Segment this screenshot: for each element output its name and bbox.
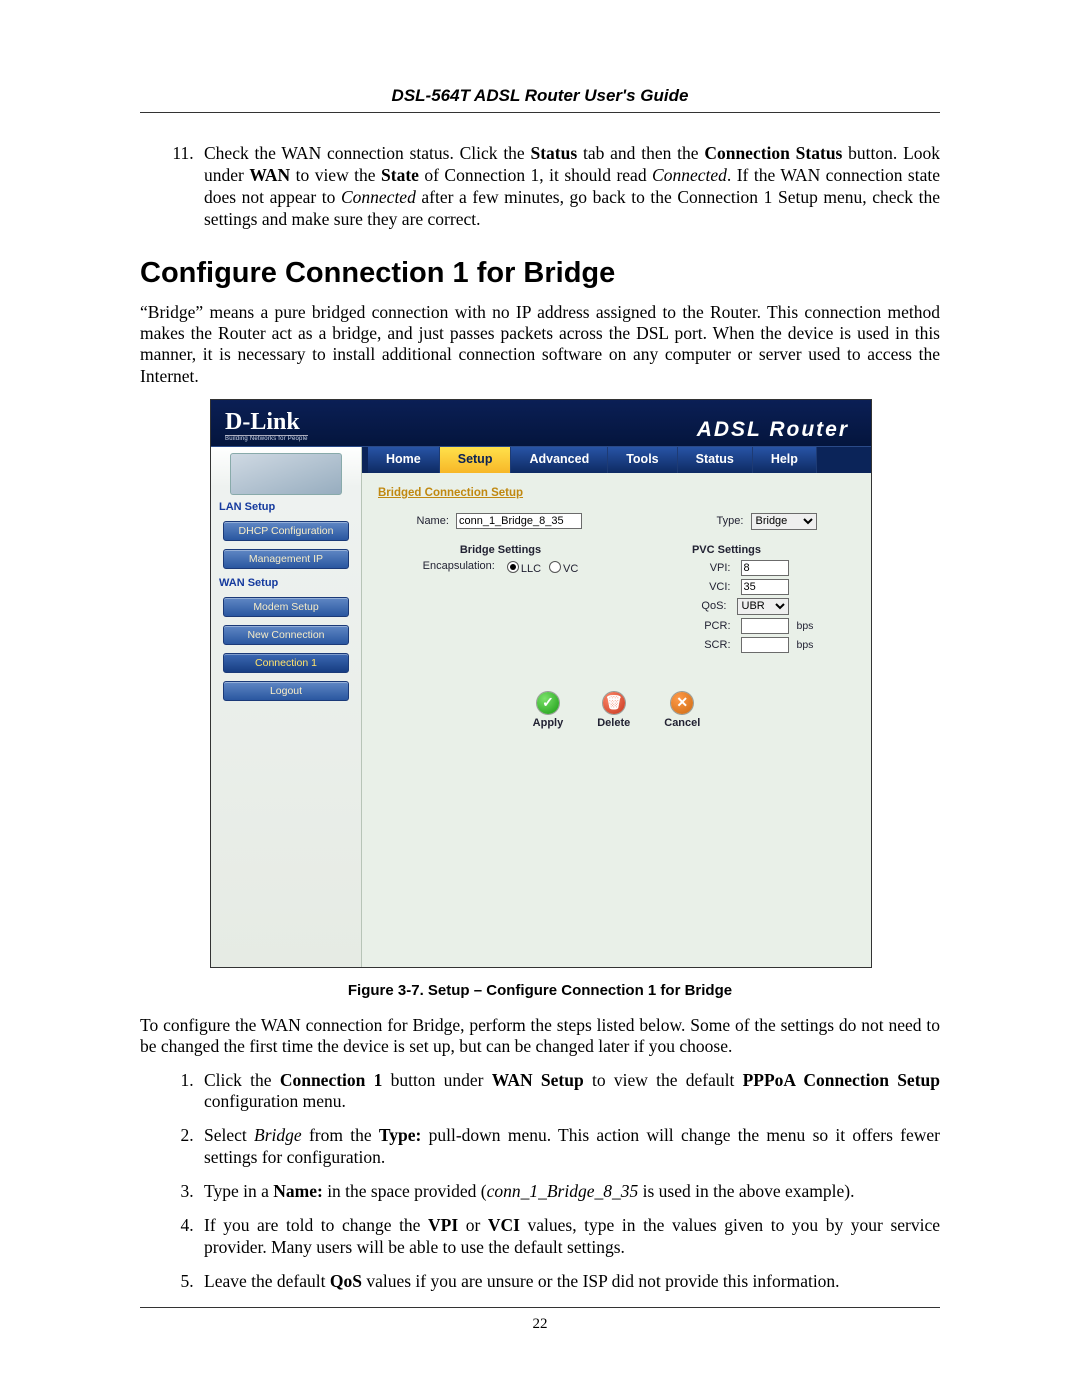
step-item: Type in a Name: in the space provided (c…	[198, 1181, 940, 1203]
encapsulation-label: Encapsulation:	[423, 560, 495, 575]
name-type-row: Name: Type: Bridge	[417, 513, 817, 530]
router-figure: D-Link Building Networks for People ADSL…	[210, 399, 870, 968]
step-item: If you are told to change the VPI or VCI…	[198, 1215, 940, 1259]
router-sidebar: LAN Setup DHCP Configuration Management I…	[211, 447, 362, 967]
router-window: D-Link Building Networks for People ADSL…	[210, 399, 872, 968]
sidebar-item-management-ip[interactable]: Management IP	[223, 549, 349, 569]
device-icon	[230, 453, 342, 495]
step-11: Check the WAN connection status. Click t…	[198, 143, 940, 231]
check-icon: ✓	[537, 692, 559, 714]
router-main: HomeSetupAdvancedToolsStatusHelp Bridged…	[362, 447, 871, 967]
delete-button[interactable]: 🗑 Delete	[597, 692, 630, 729]
tab-home[interactable]: Home	[368, 447, 440, 473]
brand-block: D-Link Building Networks for People	[225, 410, 308, 442]
tab-tools[interactable]: Tools	[608, 447, 677, 473]
vci-input[interactable]	[741, 579, 789, 595]
footer-rule	[140, 1307, 940, 1308]
qos-label: QoS:	[637, 600, 727, 612]
pcr-input[interactable]	[741, 618, 789, 634]
header-rule	[140, 112, 940, 113]
brand-logo: D-Link	[225, 410, 308, 436]
pcr-label: PCR:	[641, 620, 731, 632]
step-item: Leave the default QoS values if you are …	[198, 1271, 940, 1293]
lan-setup-label: LAN Setup	[219, 501, 361, 513]
qos-select[interactable]: UBR	[737, 598, 789, 615]
radio-on-icon	[507, 561, 519, 573]
enc-llc-radio[interactable]: LLC	[507, 560, 541, 575]
pcr-unit: bps	[797, 620, 817, 632]
panel-title: Bridged Connection Setup	[378, 487, 855, 499]
cancel-button[interactable]: ✕ Cancel	[664, 692, 700, 729]
tab-status[interactable]: Status	[678, 447, 753, 473]
after-figure-paragraph: To configure the WAN connection for Brid…	[140, 1015, 940, 1058]
pvc-settings-heading: PVC Settings	[637, 544, 817, 556]
figure-caption: Figure 3-7. Setup – Configure Connection…	[140, 982, 940, 999]
step-item: Select Bridge from the Type: pull-down m…	[198, 1125, 940, 1169]
radio-off-icon	[549, 561, 561, 573]
router-header: D-Link Building Networks for People ADSL…	[211, 400, 871, 447]
scr-input[interactable]	[741, 637, 789, 653]
sidebar-item-logout[interactable]: Logout	[223, 681, 349, 701]
apply-label: Apply	[533, 717, 564, 729]
sidebar-item-dhcp-configuration[interactable]: DHCP Configuration	[223, 521, 349, 541]
product-name: ADSL Router	[697, 418, 849, 442]
page-number: 22	[140, 1316, 940, 1333]
apply-button[interactable]: ✓ Apply	[533, 692, 564, 729]
tabs-row: HomeSetupAdvancedToolsStatusHelp	[362, 447, 871, 473]
sidebar-item-connection-1[interactable]: Connection 1	[223, 653, 349, 673]
trash-icon: 🗑	[603, 692, 625, 714]
scr-unit: bps	[797, 639, 817, 651]
cancel-label: Cancel	[664, 717, 700, 729]
action-bar: ✓ Apply 🗑 Delete ✕ Cancel	[378, 692, 855, 729]
step-item: Click the Connection 1 button under WAN …	[198, 1070, 940, 1114]
tab-help[interactable]: Help	[753, 447, 817, 473]
cancel-icon: ✕	[671, 692, 693, 714]
scr-label: SCR:	[641, 639, 731, 651]
wan-setup-label: WAN Setup	[219, 577, 361, 589]
bridge-settings-heading: Bridge Settings	[417, 544, 585, 556]
vci-label: VCI:	[641, 581, 731, 593]
tab-setup[interactable]: Setup	[440, 447, 512, 473]
sidebar-item-modem-setup[interactable]: Modem Setup	[223, 597, 349, 617]
enc-vc-radio[interactable]: VC	[549, 560, 578, 575]
brand-tagline: Building Networks for People	[225, 436, 308, 442]
vpi-input[interactable]	[741, 560, 789, 576]
section-heading: Configure Connection 1 for Bridge	[140, 257, 940, 290]
type-select[interactable]: Bridge	[751, 513, 817, 530]
step-11-list: Check the WAN connection status. Click t…	[140, 143, 940, 231]
name-input[interactable]	[456, 513, 582, 529]
steps-list: Click the Connection 1 button under WAN …	[140, 1070, 940, 1293]
name-label: Name:	[417, 515, 449, 527]
intro-paragraph: “Bridge” means a pure bridged connection…	[140, 302, 940, 387]
type-label: Type:	[717, 515, 744, 527]
vpi-label: VPI:	[641, 562, 731, 574]
tab-advanced[interactable]: Advanced	[511, 447, 608, 473]
doc-header: DSL-564T ADSL Router User's Guide	[140, 86, 940, 106]
delete-label: Delete	[597, 717, 630, 729]
sidebar-item-new-connection[interactable]: New Connection	[223, 625, 349, 645]
